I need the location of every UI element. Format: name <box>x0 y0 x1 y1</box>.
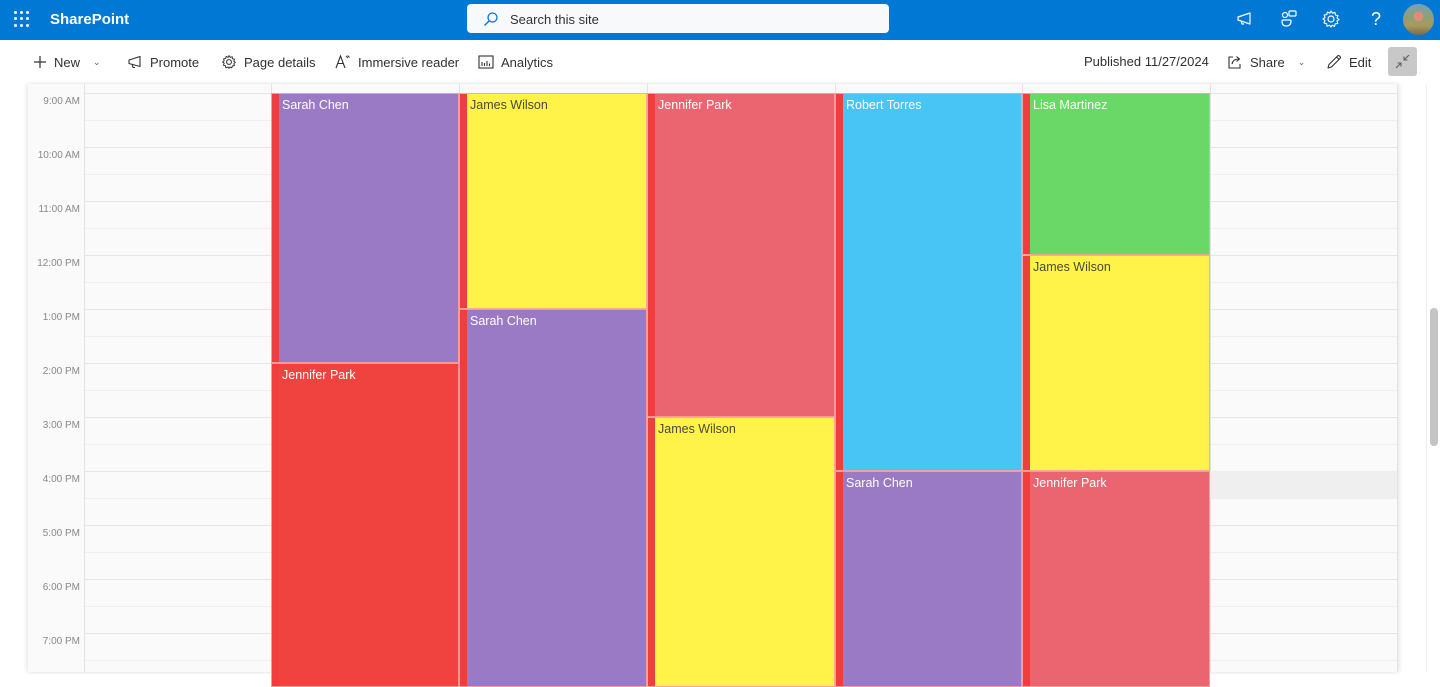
event-accent-bar <box>1023 94 1030 254</box>
immersive-reader-label: Immersive reader <box>358 54 460 70</box>
collapse-arrows-icon <box>1395 54 1410 69</box>
calendar-event[interactable]: James Wilson <box>459 93 647 309</box>
time-label: 3:00 PM <box>42 420 80 431</box>
time-label: 1:00 PM <box>42 312 80 323</box>
event-title: Jennifer Park <box>282 368 356 382</box>
immersive-reader-button[interactable]: Immersive reader <box>335 52 459 72</box>
analytics-label: Analytics <box>501 54 554 70</box>
event-title: Sarah Chen <box>846 476 913 490</box>
pencil-icon <box>1327 55 1341 69</box>
event-accent-bar <box>648 418 655 686</box>
day-column-divider <box>1397 84 1398 672</box>
event-title: Jennifer Park <box>658 98 732 112</box>
app-name[interactable]: SharePoint <box>50 11 129 28</box>
current-time-slot[interactable] <box>1210 471 1397 498</box>
time-label: 4:00 PM <box>42 474 80 485</box>
calendar-event[interactable]: Jennifer Park <box>647 93 835 417</box>
suite-bar: SharePoint Search this site ? <box>0 0 1440 40</box>
megaphone-icon[interactable] <box>1235 9 1257 31</box>
event-accent-bar <box>460 310 467 686</box>
event-title: Jennifer Park <box>1033 476 1107 490</box>
feedback-icon[interactable] <box>1279 9 1301 31</box>
event-accent-bar <box>272 94 279 362</box>
edit-button[interactable]: Edit <box>1326 52 1371 72</box>
calendar-event[interactable]: Jennifer Park <box>271 363 459 687</box>
event-title: James Wilson <box>658 422 736 436</box>
command-bar: New ⌄ Promote Page details Immersive rea… <box>0 40 1440 84</box>
immersive-reader-icon <box>335 54 350 69</box>
event-accent-bar <box>460 94 467 308</box>
analytics-chart-icon <box>478 55 494 69</box>
time-label: 12:00 PM <box>37 258 80 269</box>
day-column-divider <box>84 84 85 672</box>
page-details-button[interactable]: Page details <box>221 52 316 72</box>
settings-gear-icon[interactable] <box>1321 9 1343 31</box>
page-details-label: Page details <box>244 54 316 70</box>
time-label: 10:00 AM <box>37 150 80 161</box>
event-accent-bar <box>272 364 279 686</box>
share-button[interactable]: Share ⌄ <box>1227 52 1305 72</box>
published-status: Published 11/27/2024 <box>1084 54 1209 69</box>
event-accent-bar <box>1023 472 1030 686</box>
share-icon <box>1228 56 1241 69</box>
calendar-event[interactable]: Jennifer Park <box>1022 471 1210 687</box>
calendar-event[interactable]: Sarah Chen <box>459 309 647 687</box>
day-column-divider <box>1210 84 1211 672</box>
time-label: 7:00 PM <box>42 636 80 647</box>
new-label: New <box>54 54 81 70</box>
scrollbar-thumb[interactable] <box>1430 308 1438 446</box>
time-label: 9:00 AM <box>43 96 80 107</box>
event-title: James Wilson <box>1033 260 1111 274</box>
time-label: 6:00 PM <box>42 582 80 593</box>
search-input[interactable]: Search this site <box>510 12 599 27</box>
event-title: Sarah Chen <box>470 314 537 328</box>
event-accent-bar <box>836 472 843 686</box>
calendar-event[interactable]: James Wilson <box>1022 255 1210 471</box>
chevron-down-icon: ⌄ <box>1297 56 1306 67</box>
search-icon <box>484 12 498 26</box>
promote-button[interactable]: Promote <box>127 52 199 72</box>
calendar-event[interactable]: Lisa Martinez <box>1022 93 1210 255</box>
event-title: James Wilson <box>470 98 548 112</box>
event-accent-bar <box>648 94 655 416</box>
app-launcher-icon[interactable] <box>12 9 32 29</box>
event-title: Lisa Martinez <box>1033 98 1108 112</box>
time-label: 2:00 PM <box>42 366 80 377</box>
event-title: Robert Torres <box>846 98 922 112</box>
event-accent-bar <box>836 94 843 470</box>
collapse-fullscreen-button[interactable] <box>1388 47 1417 76</box>
megaphone-icon <box>128 55 141 69</box>
analytics-button[interactable]: Analytics <box>478 52 553 72</box>
time-label: 11:00 AM <box>38 204 80 215</box>
calendar-event[interactable]: Robert Torres <box>835 93 1022 471</box>
help-question-icon[interactable]: ? <box>1365 9 1387 31</box>
edit-label: Edit <box>1349 54 1372 70</box>
calendar-event[interactable]: James Wilson <box>647 417 835 687</box>
search-box[interactable]: Search this site <box>467 4 889 33</box>
vertical-scrollbar[interactable] <box>1426 84 1440 672</box>
plus-icon <box>34 56 46 68</box>
chevron-down-icon: ⌄ <box>93 56 101 67</box>
calendar-event[interactable]: Sarah Chen <box>271 93 459 363</box>
new-button[interactable]: New ⌄ <box>33 52 101 72</box>
user-avatar[interactable] <box>1403 4 1434 35</box>
gear-icon <box>222 55 236 69</box>
event-accent-bar <box>1023 256 1030 470</box>
time-label: 5:00 PM <box>42 528 80 539</box>
promote-label: Promote <box>150 54 200 70</box>
share-label: Share <box>1250 54 1285 70</box>
event-title: Sarah Chen <box>282 98 349 112</box>
calendar-event[interactable]: Sarah Chen <box>835 471 1022 687</box>
